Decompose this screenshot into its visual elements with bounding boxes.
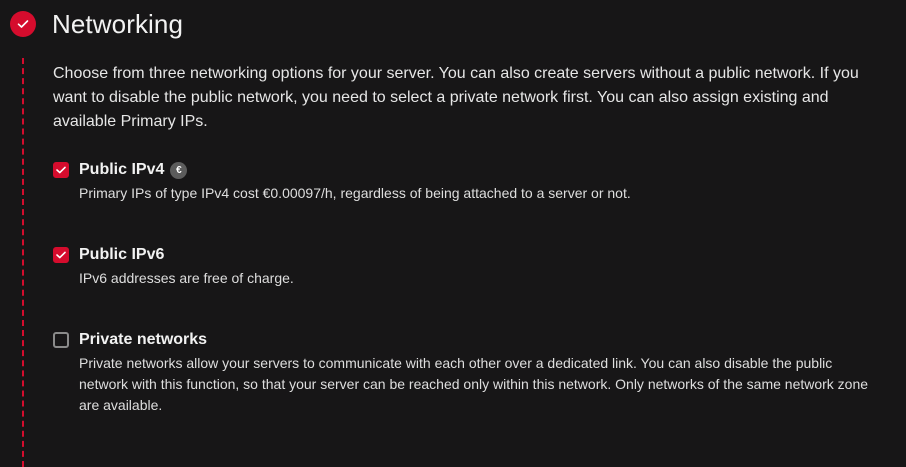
section-intro-text: Choose from three networking options for… — [53, 65, 859, 130]
option-private-networks: Private networks Private networks allow … — [53, 329, 883, 416]
public-ipv6-label[interactable]: Public IPv6 — [79, 246, 164, 264]
public-ipv6-description: IPv6 addresses are free of charge. — [79, 270, 294, 286]
check-icon — [56, 166, 66, 174]
option-public-ipv6: Public IPv6 IPv6 addresses are free of c… — [53, 244, 883, 289]
step-complete-check-icon — [10, 11, 36, 37]
public-ipv4-description: Primary IPs of type IPv4 cost €0.00097/h… — [79, 185, 631, 201]
public-ipv6-checkbox[interactable] — [53, 247, 69, 263]
networking-section: Networking Choose from three networking … — [0, 0, 906, 467]
public-ipv4-checkbox[interactable] — [53, 162, 69, 178]
option-public-ipv6-header[interactable]: Public IPv6 — [53, 244, 883, 266]
public-ipv4-label[interactable]: Public IPv4 — [79, 161, 164, 179]
euro-price-icon: € — [170, 161, 188, 179]
option-private-networks-header[interactable]: Private networks — [53, 329, 883, 351]
option-public-ipv4: Public IPv4 € Primary IPs of type IPv4 c… — [53, 159, 883, 204]
private-networks-label[interactable]: Private networks — [79, 331, 207, 349]
step-timeline-line — [22, 58, 24, 467]
option-public-ipv4-header[interactable]: Public IPv4 € — [53, 159, 883, 181]
check-icon — [56, 251, 66, 259]
private-networks-checkbox[interactable] — [53, 332, 69, 348]
private-networks-description: Private networks allow your servers to c… — [79, 355, 869, 413]
section-title: Networking — [52, 9, 184, 39]
